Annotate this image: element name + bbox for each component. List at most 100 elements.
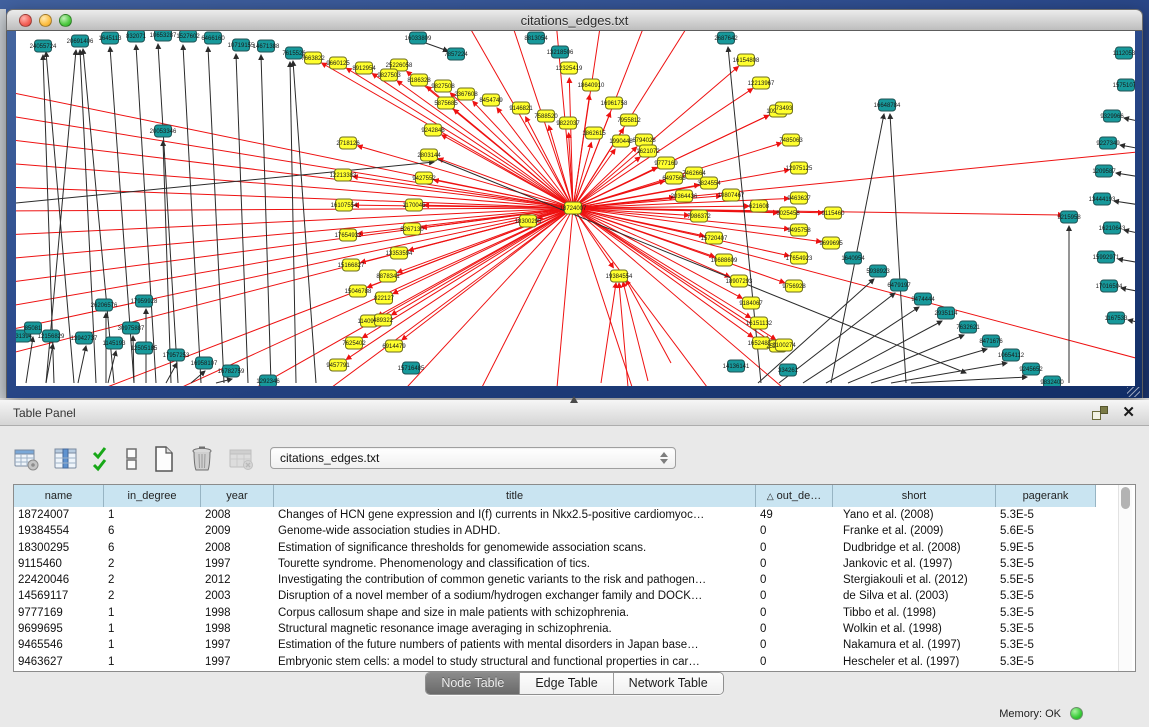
graph-node[interactable]: 9457791	[326, 359, 350, 371]
column-header-short[interactable]: short	[833, 485, 996, 507]
graph-node[interactable]: 7625402	[342, 337, 366, 349]
graph-node[interactable]: 9463627	[787, 192, 811, 204]
table-row[interactable]: 946554611997Estimation of the future num…	[14, 638, 1096, 654]
graph-node[interactable]: 1145193	[103, 337, 127, 349]
graph-node[interactable]: 7857224	[444, 48, 468, 60]
graph-node[interactable]: 832071	[126, 31, 147, 42]
table-row[interactable]: 1872400712008Changes of HCN gene express…	[14, 508, 1096, 524]
graph-node[interactable]: 9660125	[326, 57, 350, 69]
table-row[interactable]: 1456911722003Disruption of a novel membe…	[14, 589, 1096, 605]
graph-node[interactable]: 1292346	[256, 375, 280, 386]
citation-network-graph[interactable]: 2405572420691406164511383207110653287152…	[16, 31, 1135, 386]
column-header-out_de[interactable]: △out_de…	[756, 485, 833, 507]
graph-node[interactable]: 1645113	[99, 32, 123, 44]
window-titlebar[interactable]: citations_edges.txt	[6, 9, 1143, 31]
graph-node[interactable]: 9474444	[911, 293, 935, 305]
graph-node[interactable]: 7632621	[956, 321, 980, 333]
graph-node[interactable]: 10654112	[998, 349, 1025, 361]
graph-node[interactable]: 8878341	[376, 270, 400, 282]
graph-node[interactable]: 30975887	[118, 322, 145, 334]
graph-node[interactable]: 9100274	[772, 339, 796, 351]
select-rows-icon[interactable]	[92, 446, 112, 472]
graph-node[interactable]: 9025458	[776, 207, 800, 219]
table-row[interactable]: 1938455462009Genome-wide association stu…	[14, 524, 1096, 540]
graph-node[interactable]: 10719155	[228, 39, 255, 51]
node-table[interactable]: namein_degreeyeartitle△out_de…shortpager…	[13, 484, 1136, 672]
close-panel-icon[interactable]: ✕	[1122, 405, 1135, 420]
column-header-in_degree[interactable]: in_degree	[104, 485, 201, 507]
graph-node[interactable]: 7485063	[779, 134, 803, 146]
table-row[interactable]: 911546021997Tourette syndrome. Phenomeno…	[14, 557, 1096, 573]
graph-node[interactable]: 9756928	[782, 280, 806, 292]
graph-node[interactable]: 8912954	[352, 62, 376, 74]
import-table-icon[interactable]	[228, 446, 255, 472]
graph-node[interactable]: 9832400	[1040, 376, 1064, 386]
graph-node[interactable]: 6914479	[382, 340, 406, 352]
column-header-title[interactable]: title	[274, 485, 756, 507]
graph-node[interactable]: 1640954	[841, 252, 865, 264]
graph-node[interactable]: 7986372	[687, 210, 711, 222]
tab-edge-table[interactable]: Edge Table	[520, 673, 613, 694]
table-row[interactable]: 946362711997Embryonic stem cells: a mode…	[14, 655, 1096, 671]
graph-node[interactable]: 2803144	[417, 149, 441, 161]
graph-node[interactable]: 16782759	[218, 365, 245, 377]
scrollbar-thumb[interactable]	[1121, 487, 1130, 509]
graph-node[interactable]: 10653287	[150, 31, 177, 41]
graph-node[interactable]: 6466160	[201, 32, 225, 44]
graph-node[interactable]: 9184067	[739, 297, 763, 309]
graph-node[interactable]: 7588520	[534, 110, 558, 122]
graph-node[interactable]: 17959928	[131, 295, 158, 307]
zoom-window-icon[interactable]	[59, 14, 72, 27]
delete-table-icon[interactable]	[189, 445, 215, 473]
table-selector-dropdown[interactable]: citations_edges.txt	[270, 447, 676, 469]
graph-node[interactable]: 16961758	[601, 97, 628, 109]
graph-node[interactable]: 1167533	[1105, 312, 1129, 324]
graph-node[interactable]: 12213967	[748, 77, 775, 89]
graph-node[interactable]: 9215958	[1057, 211, 1081, 223]
graph-node[interactable]: 8267130	[400, 223, 424, 235]
graph-node[interactable]: 1990448	[609, 135, 633, 147]
graph-node[interactable]: 26206576	[91, 299, 118, 311]
graph-node[interactable]: 20053346	[150, 125, 177, 137]
graph-node[interactable]: 1209587	[1092, 165, 1116, 177]
graph-node[interactable]: 14671388	[253, 40, 280, 52]
graph-node[interactable]: 1527602	[176, 31, 200, 42]
graph-node[interactable]: 8186328	[407, 74, 431, 86]
graph-node[interactable]: 24055724	[30, 40, 57, 52]
graph-node[interactable]: 9146821	[509, 102, 533, 114]
graph-node[interactable]: 9822037	[556, 117, 580, 129]
graph-node[interactable]: 5875685	[434, 97, 458, 109]
graph-node[interactable]: 17654923	[786, 252, 813, 264]
graph-node[interactable]: 8813054	[524, 32, 548, 44]
table-settings-icon[interactable]	[13, 446, 40, 472]
column-header-name[interactable]: name	[14, 485, 104, 507]
graph-node[interactable]: 14136141	[723, 360, 750, 372]
graph-node[interactable]: 489322	[373, 314, 394, 326]
minimize-window-icon[interactable]	[39, 14, 52, 27]
graph-node[interactable]: 9777169	[654, 157, 678, 169]
graph-node[interactable]: 13353594	[386, 247, 413, 259]
close-window-icon[interactable]	[19, 14, 32, 27]
graph-node[interactable]: 85081	[25, 322, 43, 334]
graph-node[interactable]: 13218506	[547, 46, 574, 58]
network-canvas[interactable]: 2405572420691406164511383207110653287152…	[16, 31, 1135, 386]
graph-node[interactable]: 9227349	[1096, 137, 1120, 149]
graph-node[interactable]: 9115460	[822, 207, 846, 219]
graph-node[interactable]: 12975125	[786, 162, 813, 174]
column-header-year[interactable]: year	[201, 485, 274, 507]
resize-grip[interactable]	[1127, 387, 1140, 397]
graph-node[interactable]: 621608	[749, 200, 770, 212]
graph-node[interactable]: 3824554	[697, 177, 721, 189]
graph-node[interactable]: 16958107	[191, 357, 218, 369]
graph-node[interactable]: 7955812	[617, 114, 641, 126]
graph-node[interactable]: 15720407	[701, 232, 728, 244]
graph-node[interactable]: 7615526	[282, 47, 306, 59]
tab-node-table[interactable]: Node Table	[426, 673, 520, 694]
graph-node[interactable]: 18640910	[578, 79, 605, 91]
float-panel-icon[interactable]	[1092, 406, 1108, 420]
graph-node[interactable]: 10688609	[711, 254, 738, 266]
graph-node[interactable]: 9827503	[377, 69, 401, 81]
graph-node[interactable]: 9245652	[1019, 363, 1043, 375]
graph-node[interactable]: 1621072	[636, 145, 660, 157]
table-row[interactable]: 2242004622012Investigating the contribut…	[14, 573, 1096, 589]
